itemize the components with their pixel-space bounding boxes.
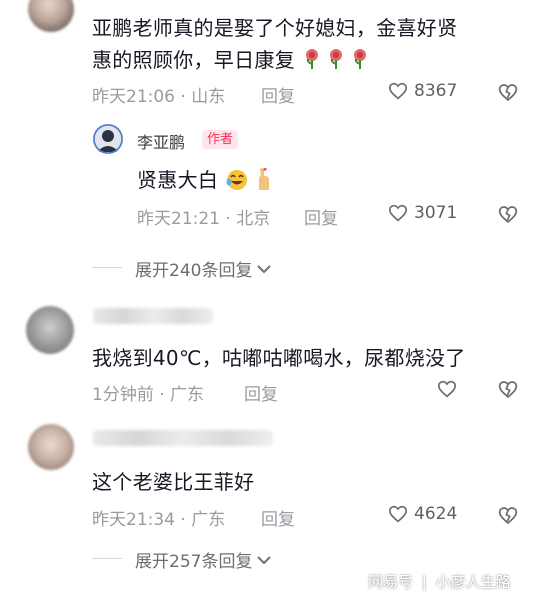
- comment-time-location: 昨天21:06 · 山东: [92, 87, 226, 107]
- like-count: 3071: [414, 203, 458, 223]
- nickname-blurred: [93, 308, 213, 324]
- heart-icon: [388, 204, 408, 222]
- like-button[interactable]: 3071: [388, 203, 457, 223]
- heart-icon[interactable]: [437, 380, 457, 398]
- divider: [92, 267, 122, 268]
- comment-text: 这个老婆比王菲好: [92, 470, 255, 494]
- like-button[interactable]: 4624: [388, 504, 457, 524]
- author-nickname[interactable]: 李亚鹏: [137, 129, 185, 153]
- avatar[interactable]: [28, 0, 74, 32]
- comment-text-line2-content: 惠的照顾你，早日康复: [92, 48, 295, 72]
- reply-button[interactable]: 回复: [304, 204, 338, 229]
- dislike-icon[interactable]: [498, 83, 518, 102]
- expand-replies-button[interactable]: 展开240条回复: [135, 256, 272, 281]
- watermark: 网易号 | 小彦人生路: [368, 571, 511, 592]
- watermark-separator: |: [421, 573, 427, 591]
- reply-text-content: 贤惠大白: [137, 168, 219, 192]
- comment-time-location: 昨天21:34 · 广东: [92, 510, 226, 530]
- author-avatar[interactable]: [93, 124, 123, 154]
- comment-text: 我烧到40℃，咕嘟咕嘟喝水，尿都烧没了: [92, 346, 466, 370]
- chevron-down-icon: [257, 555, 272, 564]
- like-count: 4624: [414, 504, 458, 524]
- expand-replies-label: 展开240条回复: [135, 261, 253, 281]
- reply-button[interactable]: 回复: [261, 82, 295, 107]
- reply-button[interactable]: 回复: [261, 505, 295, 530]
- nickname-blurred: [93, 430, 273, 446]
- comment-time-location: 1分钟前 · 广东: [92, 385, 205, 405]
- heart-icon: [388, 82, 408, 100]
- like-button[interactable]: 8367: [388, 81, 457, 101]
- rose-emoji: [302, 48, 374, 75]
- avatar[interactable]: [26, 306, 74, 354]
- avatar[interactable]: [28, 424, 74, 470]
- comment-text-line1: 亚鹏老师真的是娶了个好媳妇，金喜好贤: [92, 16, 458, 40]
- dislike-icon[interactable]: [498, 380, 518, 399]
- reply-time-location: 昨天21:21 · 北京: [137, 209, 271, 229]
- reply-text: 贤惠大白: [137, 164, 275, 197]
- chevron-down-icon: [257, 264, 272, 273]
- dislike-icon[interactable]: [498, 205, 518, 224]
- heart-icon: [388, 505, 408, 523]
- dislike-icon[interactable]: [498, 506, 518, 525]
- like-count: 8367: [414, 81, 458, 101]
- laughing-emoji: [225, 166, 275, 197]
- expand-replies-button[interactable]: 展开257条回复: [135, 547, 272, 572]
- expand-replies-label: 展开257条回复: [135, 552, 253, 572]
- divider: [92, 558, 122, 559]
- comment-text-line2: 惠的照顾你，早日康复: [92, 44, 374, 75]
- reply-button[interactable]: 回复: [244, 380, 278, 405]
- watermark-source: 网易号: [368, 573, 414, 591]
- author-badge: 作者: [202, 130, 239, 149]
- watermark-author: 小彦人生路: [435, 573, 511, 591]
